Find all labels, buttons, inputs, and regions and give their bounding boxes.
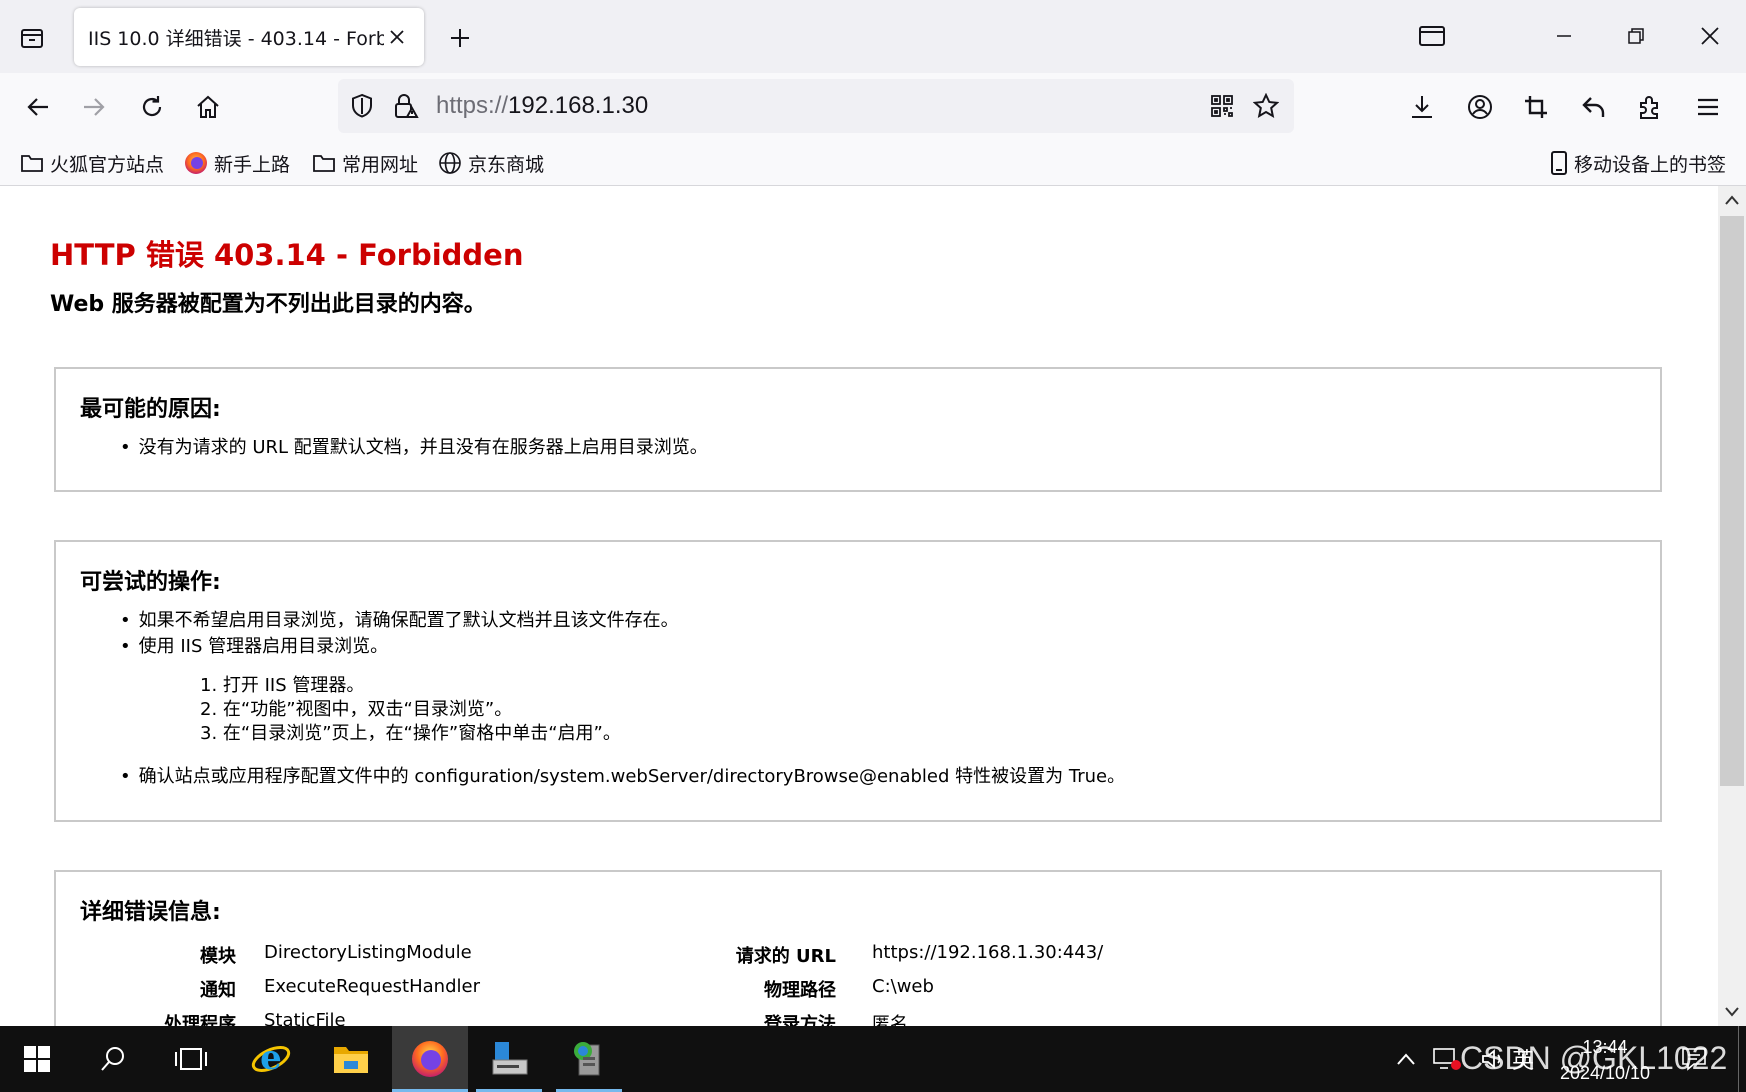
bookmark-label: 常用网址 bbox=[342, 153, 419, 176]
back-icon[interactable] bbox=[16, 85, 60, 129]
show-hidden-icons[interactable] bbox=[1396, 1026, 1416, 1092]
detail-value-requested-url[interactable]: https://192.168.1.30:443/ bbox=[872, 942, 1103, 963]
detail-value-notification: ExecuteRequestHandler bbox=[264, 976, 480, 997]
close-window-icon[interactable] bbox=[1686, 14, 1734, 58]
mobile-device-icon bbox=[1551, 151, 1567, 175]
folder-icon bbox=[21, 155, 43, 172]
bookmark-label: 火狐官方站点 bbox=[50, 153, 165, 176]
internet-explorer-icon[interactable]: e bbox=[238, 1026, 304, 1092]
navigation-toolbar: https://192.168.1.30 bbox=[0, 73, 1746, 140]
vertical-scrollbar[interactable] bbox=[1718, 186, 1746, 1026]
windows-start-icon[interactable] bbox=[4, 1026, 70, 1092]
menu-hamburger-icon[interactable] bbox=[1686, 85, 1730, 129]
bookmark-common-sites[interactable]: 常用网址 bbox=[312, 148, 418, 178]
list-item: 没有为请求的 URL 配置默认文档，并且没有在服务器上启用目录浏览。 bbox=[136, 435, 708, 461]
detail-label-notification: 通知 bbox=[200, 980, 236, 1001]
actions-heading: 可尝试的操作: bbox=[80, 570, 221, 595]
scroll-down-icon[interactable] bbox=[1718, 998, 1746, 1026]
home-icon[interactable] bbox=[186, 85, 230, 129]
iis-manager-icon[interactable] bbox=[556, 1026, 622, 1092]
search-icon[interactable] bbox=[80, 1026, 146, 1092]
server-manager-icon[interactable] bbox=[476, 1026, 542, 1092]
detail-value-handler: StaticFile bbox=[264, 1010, 346, 1026]
list-item: 使用 IIS 管理器启用目录浏览。 bbox=[136, 634, 679, 660]
forward-icon[interactable] bbox=[72, 85, 116, 129]
file-explorer-icon[interactable] bbox=[318, 1026, 384, 1092]
tab-list-icon[interactable] bbox=[14, 20, 50, 56]
scroll-up-icon[interactable] bbox=[1718, 186, 1746, 214]
task-view-icon[interactable] bbox=[158, 1026, 224, 1092]
list-item: 确认站点或应用程序配置文件中的 configuration/system.web… bbox=[136, 764, 1125, 790]
bookmark-label: 京东商城 bbox=[468, 153, 545, 176]
detail-label-requested-url: 请求的 URL bbox=[735, 946, 836, 967]
extensions-icon[interactable] bbox=[1628, 85, 1672, 129]
bookmark-jd-mall[interactable]: 京东商城 bbox=[438, 148, 544, 178]
detail-label-module: 模块 bbox=[200, 946, 236, 967]
show-desktop-button[interactable] bbox=[1738, 1026, 1746, 1092]
connection-warning-lock-icon[interactable] bbox=[388, 88, 424, 124]
url-host: 192.168.1.30 bbox=[508, 92, 649, 119]
detailed-error-info-box: 详细错误信息: 模块 DirectoryListingModule 通知 Exe… bbox=[54, 870, 1662, 1026]
tab-title: IIS 10.0 详细错误 - 403.14 - Forbidden bbox=[88, 27, 384, 50]
list-item: 2. 在“功能”视图中，双击“目录浏览”。 bbox=[200, 699, 513, 720]
things-to-try-box: 可尝试的操作: 如果不希望启用目录浏览，请确保配置了默认文档并且该文件存在。 使… bbox=[54, 540, 1662, 822]
actions-list: 如果不希望启用目录浏览，请确保配置了默认文档并且该文件存在。 使用 IIS 管理… bbox=[136, 608, 679, 660]
new-tab-icon[interactable] bbox=[440, 18, 480, 58]
steps-list: 1. 打开 IIS 管理器。 2. 在“功能”视图中，双击“目录浏览”。 3. … bbox=[200, 674, 621, 746]
detail-value-physical-path: C:\web bbox=[872, 976, 934, 997]
undo-icon[interactable] bbox=[1572, 85, 1616, 129]
globe-icon bbox=[439, 152, 461, 174]
bookmark-star-icon[interactable] bbox=[1248, 88, 1284, 124]
account-icon[interactable] bbox=[1458, 85, 1502, 129]
mobile-bookmarks-label: 移动设备上的书签 bbox=[1574, 153, 1727, 176]
causes-heading: 最可能的原因: bbox=[80, 397, 221, 422]
bookmark-getting-started[interactable]: 新手上路 bbox=[184, 148, 290, 178]
detail-label-handler: 处理程序 bbox=[164, 1014, 236, 1026]
detail-value-module: DirectoryListingModule bbox=[264, 942, 472, 963]
error-title: HTTP 错误 403.14 - Forbidden bbox=[50, 238, 524, 272]
list-item: 1. 打开 IIS 管理器。 bbox=[200, 675, 365, 696]
reload-icon[interactable] bbox=[130, 85, 174, 129]
restore-icon[interactable] bbox=[1612, 14, 1660, 58]
firefox-taskbar-icon[interactable] bbox=[392, 1026, 468, 1092]
error-subtitle: Web 服务器被配置为不列出此目录的内容。 bbox=[50, 292, 486, 317]
scrollbar-thumb[interactable] bbox=[1720, 216, 1744, 786]
tracking-protection-shield-icon[interactable] bbox=[344, 88, 380, 124]
tab-strip: IIS 10.0 详细错误 - 403.14 - Forbidden bbox=[0, 0, 1746, 73]
causes-list: 没有为请求的 URL 配置默认文档，并且没有在服务器上启用目录浏览。 bbox=[136, 435, 708, 461]
downloads-icon[interactable] bbox=[1400, 85, 1444, 129]
page-viewport: HTTP 错误 403.14 - Forbidden Web 服务器被配置为不列… bbox=[0, 186, 1718, 1026]
bookmark-label: 新手上路 bbox=[214, 153, 291, 176]
bookmark-firefox-official[interactable]: 火狐官方站点 bbox=[20, 148, 164, 178]
mobile-bookmarks[interactable]: 移动设备上的书签 bbox=[1550, 148, 1726, 178]
close-tab-icon[interactable] bbox=[384, 24, 410, 50]
actions-list-extra: 确认站点或应用程序配置文件中的 configuration/system.web… bbox=[136, 764, 1125, 790]
minimize-icon[interactable] bbox=[1540, 14, 1588, 58]
details-heading: 详细错误信息: bbox=[80, 900, 221, 925]
url-protocol: https:// bbox=[436, 92, 509, 119]
list-item: 3. 在“目录浏览”页上，在“操作”窗格中单击“启用”。 bbox=[200, 723, 621, 744]
watermark: CSDN @GKL1022 bbox=[1460, 1040, 1728, 1076]
screenshot-crop-icon[interactable] bbox=[1514, 85, 1558, 129]
url-bar[interactable]: https://192.168.1.30 bbox=[338, 79, 1294, 133]
active-tab[interactable]: IIS 10.0 详细错误 - 403.14 - Forbidden bbox=[74, 8, 424, 66]
detail-label-logon-method: 登录方法 bbox=[764, 1014, 836, 1026]
url-text[interactable]: https://192.168.1.30 bbox=[436, 92, 648, 120]
folder-icon bbox=[313, 155, 335, 172]
most-likely-causes-box: 最可能的原因: 没有为请求的 URL 配置默认文档，并且没有在服务器上启用目录浏… bbox=[54, 367, 1662, 492]
firefox-icon bbox=[185, 152, 207, 174]
bookmarks-toolbar: 火狐官方站点 新手上路 常用网址 京东商城 移动设备上的书签 bbox=[0, 140, 1746, 186]
detail-label-physical-path: 物理路径 bbox=[764, 980, 836, 1001]
tab-overview-icon[interactable] bbox=[1408, 14, 1456, 58]
list-item: 如果不希望启用目录浏览，请确保配置了默认文档并且该文件存在。 bbox=[136, 608, 679, 634]
qr-code-icon[interactable] bbox=[1204, 88, 1240, 124]
detail-value-logon-method: 匿名 bbox=[872, 1014, 908, 1026]
svg-text:e: e bbox=[260, 1039, 282, 1078]
network-icon[interactable] bbox=[1432, 1026, 1462, 1092]
